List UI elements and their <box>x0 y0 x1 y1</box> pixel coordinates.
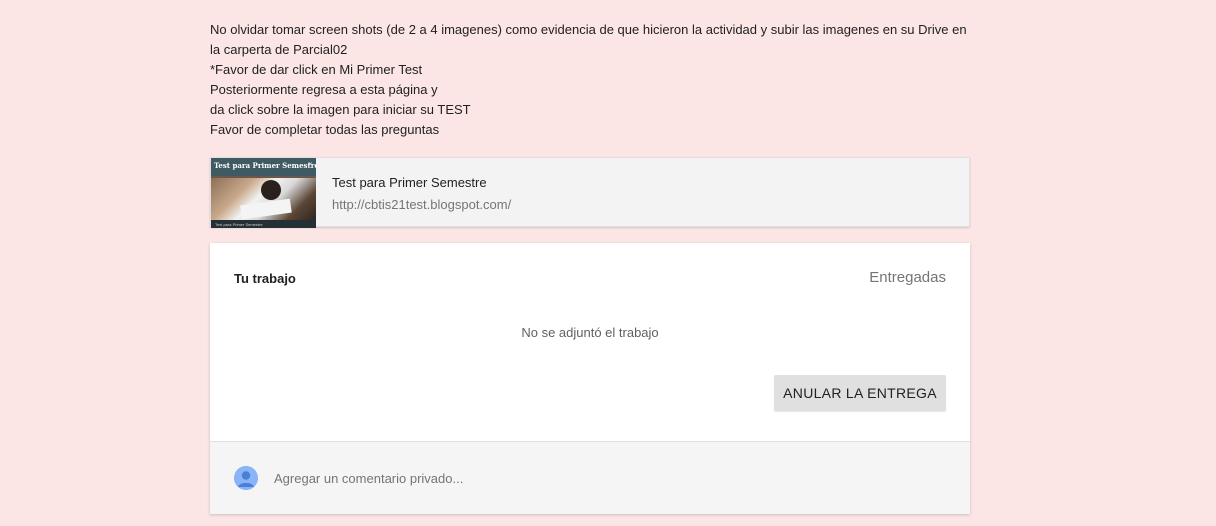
instruction-line: Posteriormente regresa a esta página y <box>210 82 438 97</box>
thumbnail-footer-text: Test para Primer Semestre <box>215 222 263 227</box>
attachment-thumbnail[interactable]: Test para Primer Semestre ✕ Test para Pr… <box>211 158 316 228</box>
your-work-title: Tu trabajo <box>234 271 296 286</box>
no-work-attached-message: No se adjuntó el trabajo <box>521 325 659 340</box>
private-comment-area <box>210 441 970 514</box>
attachment-url: http://cbtis21test.blogspot.com/ <box>332 197 512 212</box>
instruction-line: *Favor de dar click en Mi Primer Test <box>210 62 423 77</box>
assignment-instructions: No olvidar tomar screen shots (de 2 a 4 … <box>210 20 970 140</box>
submission-status: Entregadas <box>869 269 946 286</box>
instruction-line: Favor de completar todas las preguntas <box>210 122 440 137</box>
your-work-card: Tu trabajo Entregadas No se adjuntó el t… <box>210 243 970 514</box>
person-avatar-icon <box>234 466 258 490</box>
thumbnail-title: Test para Primer Semestre <box>214 161 316 170</box>
thumbnail-close-icon: ✕ <box>307 162 313 168</box>
attachment-title[interactable]: Test para Primer Semestre <box>332 175 511 191</box>
assignment-page: No olvidar tomar screen shots (de 2 a 4 … <box>0 0 1216 526</box>
instruction-line: da click sobre la imagen para iniciar su… <box>210 102 471 117</box>
unsubmit-button[interactable]: ANULAR LA ENTREGA <box>774 375 946 411</box>
thumbnail-photo-detail <box>261 180 281 200</box>
attachment-info: Test para Primer Semestre http://cbtis21… <box>316 158 511 226</box>
link-attachment-card[interactable]: Test para Primer Semestre ✕ Test para Pr… <box>210 157 970 228</box>
instruction-line: la carperta de Parcial02 <box>210 42 348 57</box>
private-comment-input[interactable] <box>274 468 934 488</box>
instruction-line: No olvidar tomar screen shots (de 2 a 4 … <box>210 22 967 37</box>
